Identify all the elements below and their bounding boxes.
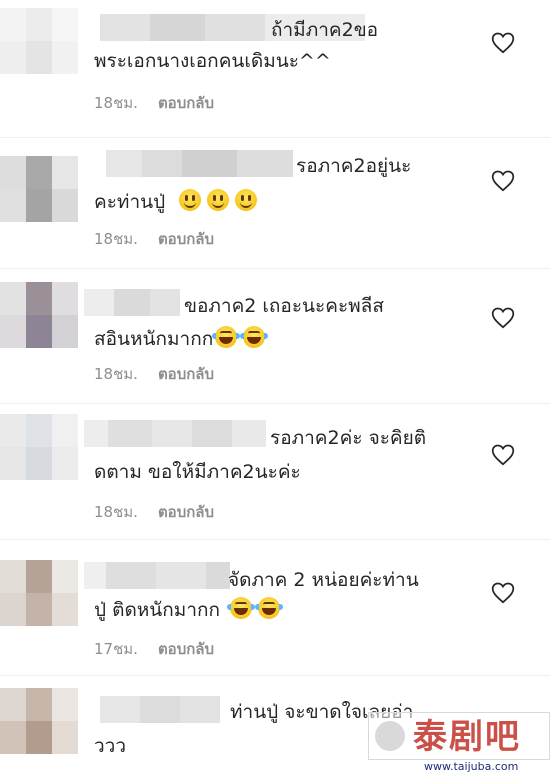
comment-item: ขอภาค2 เถอะนะคะพลีส สอินหนักมากก 18ชม. ต… [0, 269, 550, 403]
avatar[interactable] [0, 688, 78, 754]
watermark-brand: 泰剧吧 [413, 717, 521, 757]
comment-text-line-1: ขอภาค2 เถอะนะคะพลีส [184, 295, 384, 317]
grinning-face-icon [179, 189, 202, 211]
watermark: 泰剧吧 www.taijuba.com [368, 712, 550, 773]
comment-text: คะท่านปู่ [94, 191, 166, 213]
comment-item: รอภาค2ค่ะ จะคิยติ ดตาม ขอให้มีภาค2นะค่ะ … [0, 404, 550, 539]
timestamp: 18ชม. [94, 230, 138, 248]
heart-icon[interactable] [490, 168, 516, 194]
grinning-face-icon [235, 189, 258, 211]
watermark-logo: 泰剧吧 [368, 712, 550, 760]
comment-text-line-2: ววว [94, 735, 127, 757]
comment-text-line-1: รอภาค2อยู่นะ [296, 155, 412, 177]
comment-meta: 17ชม. ตอบกลับ [94, 637, 214, 661]
face-with-tears-of-joy-icon [212, 326, 241, 348]
heart-icon[interactable] [490, 30, 516, 56]
username[interactable] [84, 289, 180, 316]
face-with-tears-of-joy-icon [240, 326, 269, 348]
timestamp: 18ชม. [94, 503, 138, 521]
comment-item: รอภาค2อยู่นะ คะท่านปู่ 18ชม. ตอบกลับ [0, 138, 550, 268]
comment-meta: 18ชม. ตอบกลับ [94, 91, 214, 115]
timestamp: 18ชม. [94, 365, 138, 383]
username[interactable] [100, 696, 220, 723]
comment-item: จัดภาค 2 หน่อยค่ะท่าน ปู่ ติดหนักมากก 17… [0, 540, 550, 675]
comment-text-line-2: พระเอกนางเอกคนเดิมนะ^^ [94, 50, 331, 72]
heart-icon[interactable] [490, 442, 516, 468]
username[interactable] [84, 420, 266, 447]
avatar[interactable] [0, 560, 78, 626]
avatar[interactable] [0, 414, 78, 480]
comment-item: ถ้ามีภาค2ขอ พระเอกนางเอกคนเดิมนะ^^ 18ชม.… [0, 0, 550, 137]
comment-text-line-2: คะท่านปู่ [94, 188, 263, 216]
reply-button[interactable]: ตอบกลับ [158, 637, 214, 661]
grinning-face-icon [207, 189, 230, 211]
face-with-tears-of-joy-icon [255, 597, 283, 619]
username[interactable] [84, 562, 230, 589]
reply-button[interactable]: ตอบกลับ [158, 91, 214, 115]
comment-text: ปู่ ติดหนักมากก [94, 599, 220, 621]
watermark-url: www.taijuba.com [424, 760, 519, 773]
username[interactable] [106, 150, 293, 177]
reply-button[interactable]: ตอบกลับ [158, 227, 214, 251]
timestamp: 17ชม. [94, 640, 138, 658]
avatar[interactable] [0, 282, 78, 348]
reply-button[interactable]: ตอบกลับ [158, 362, 214, 386]
comment-text-line-2: ปู่ ติดหนักมากก [94, 596, 286, 624]
comment-text: สอินหนักมากก [94, 328, 214, 350]
comment-meta: 18ชม. ตอบกลับ [94, 500, 214, 524]
comment-meta: 18ชม. ตอบกลับ [94, 362, 214, 386]
watermark-badge-icon [375, 721, 405, 751]
comment-text-line-1: จัดภาค 2 หน่อยค่ะท่าน [228, 569, 419, 591]
avatar[interactable] [0, 156, 78, 222]
heart-icon[interactable] [490, 580, 516, 606]
heart-icon[interactable] [490, 305, 516, 331]
timestamp: 18ชม. [94, 94, 138, 112]
comment-text-line-2: ดตาม ขอให้มีภาค2นะค่ะ [94, 461, 301, 483]
comment-text-line-2: สอินหนักมากก [94, 325, 271, 353]
avatar[interactable] [0, 8, 78, 74]
comment-text-line-1: รอภาค2ค่ะ จะคิยติ [270, 427, 427, 449]
face-with-tears-of-joy-icon [227, 597, 255, 619]
comment-meta: 18ชม. ตอบกลับ [94, 227, 214, 251]
reply-button[interactable]: ตอบกลับ [158, 500, 214, 524]
comment-text-line-1: ถ้ามีภาค2ขอ [271, 19, 379, 41]
